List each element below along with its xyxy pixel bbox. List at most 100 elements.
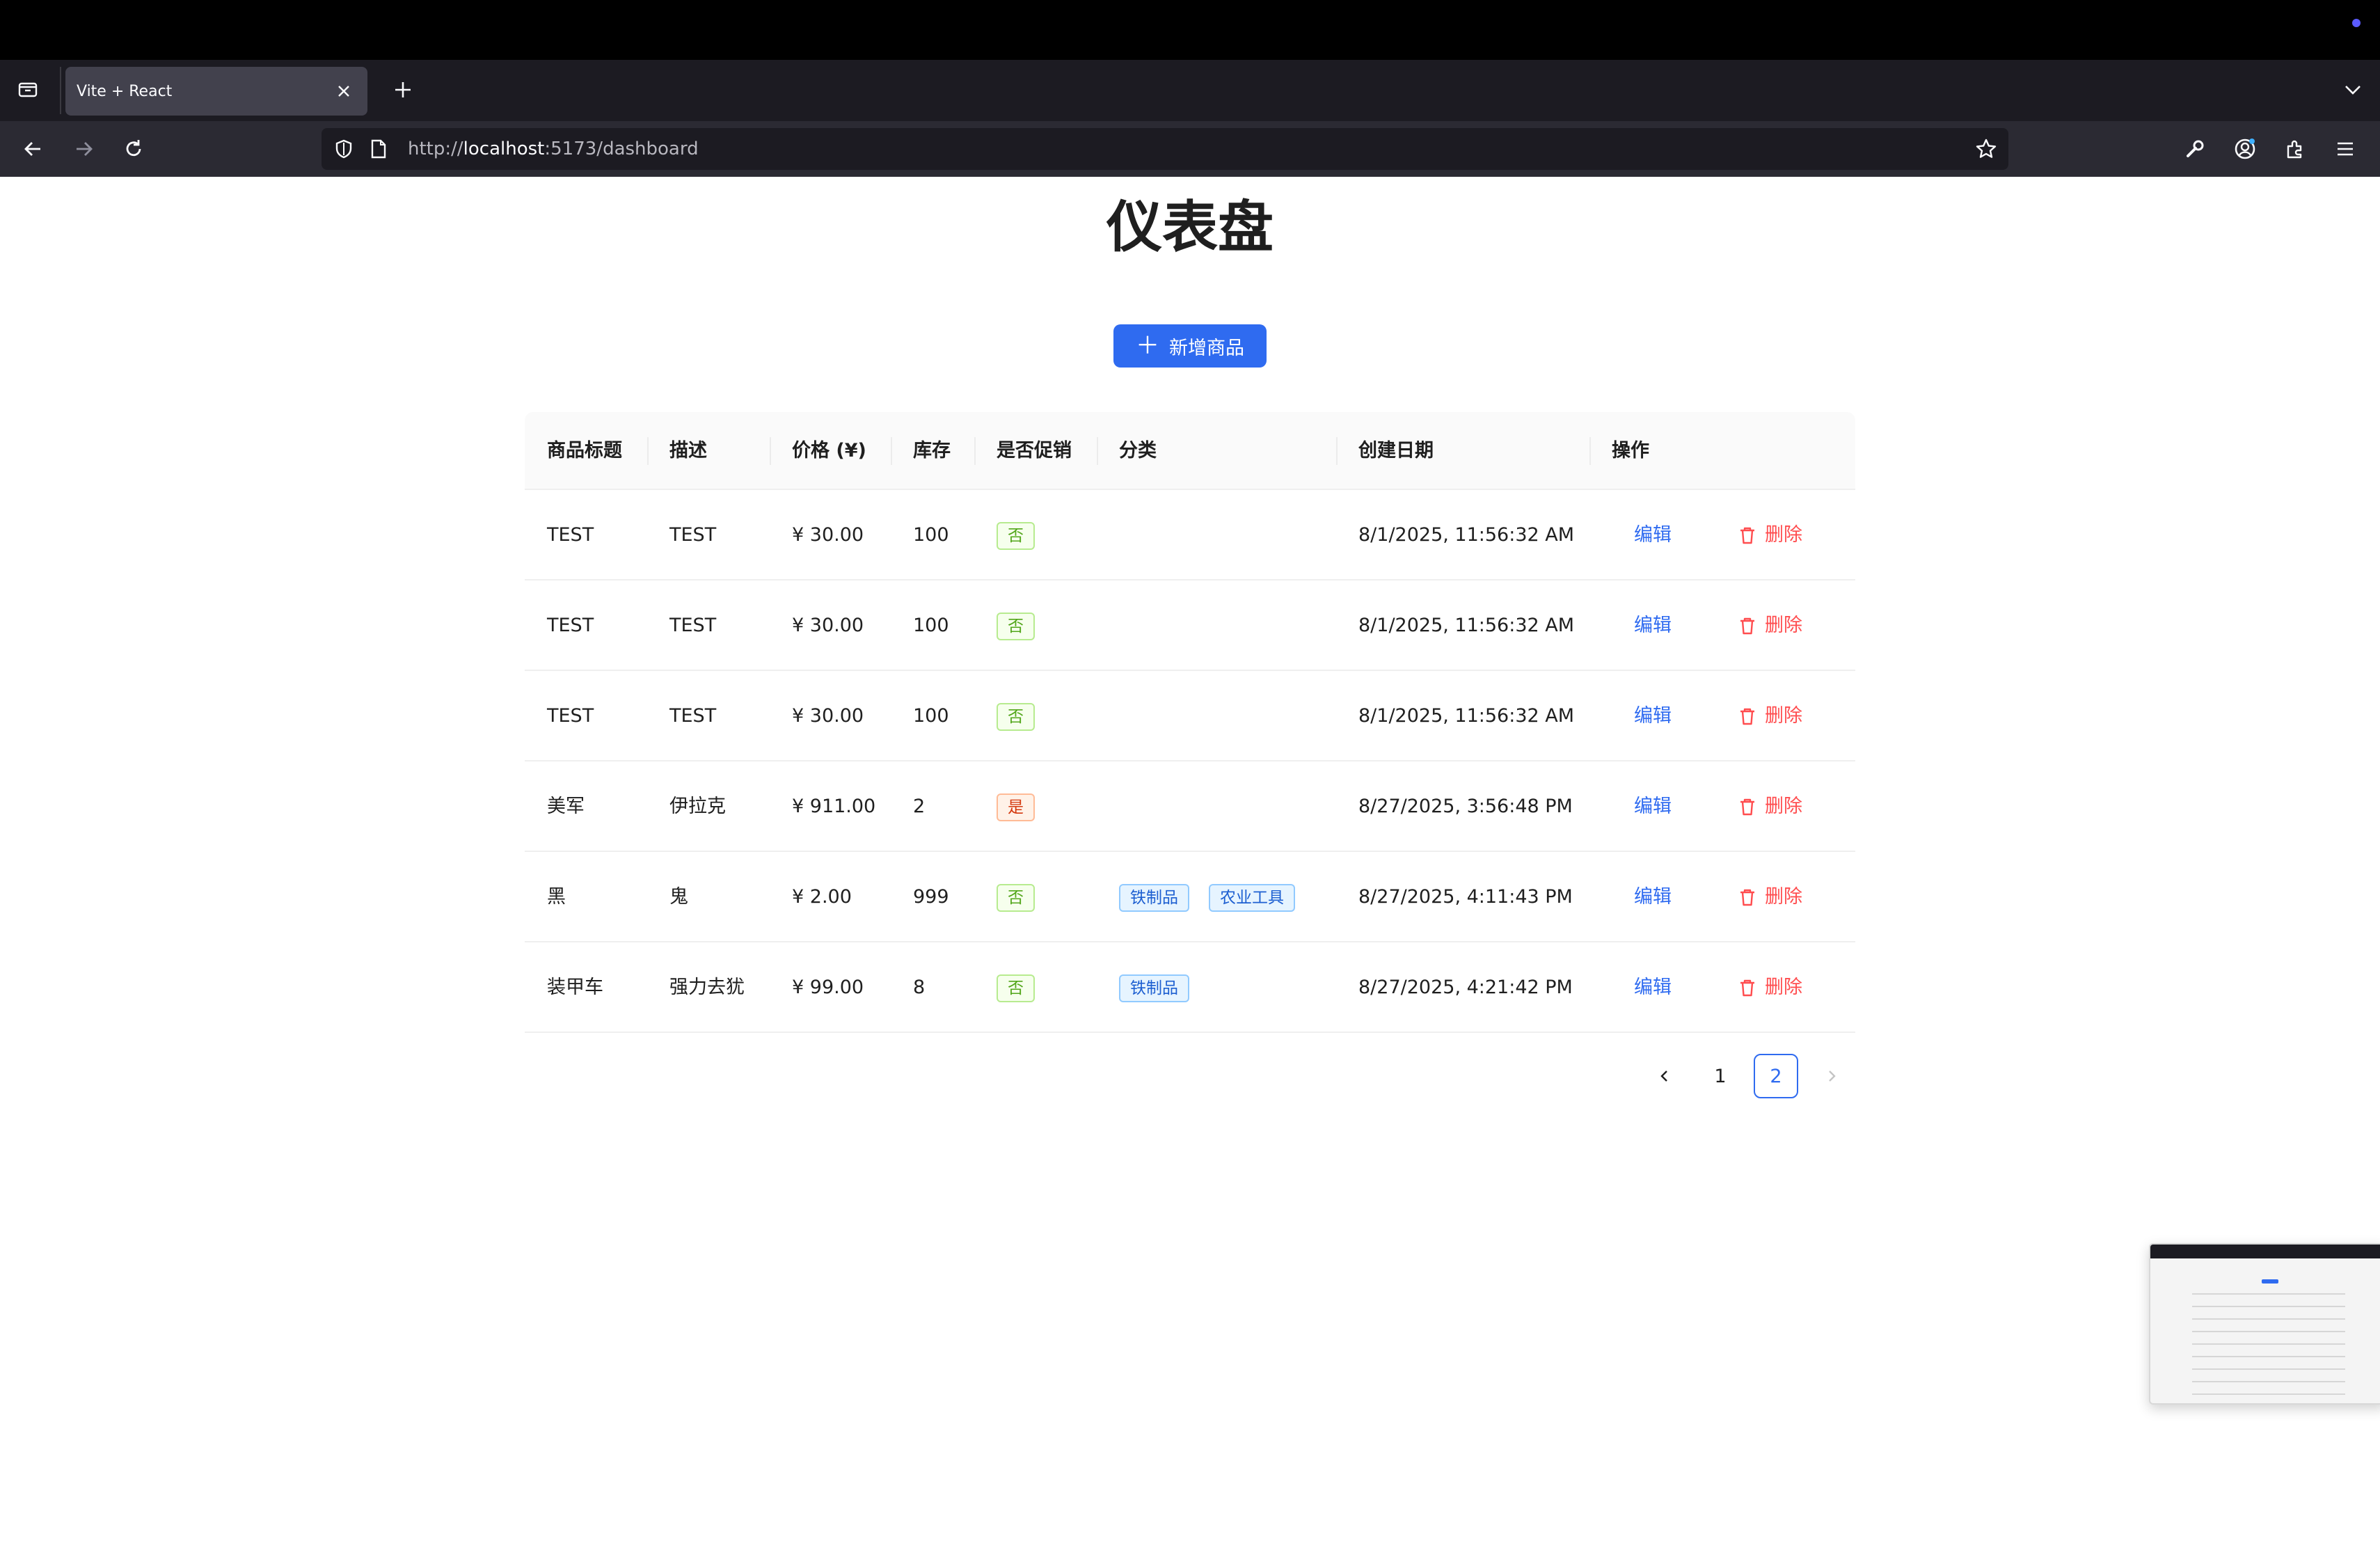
- account-icon[interactable]: [2230, 134, 2260, 164]
- cell-title: TEST: [547, 615, 594, 636]
- trash-icon: [1738, 797, 1756, 816]
- star-icon[interactable]: [1972, 135, 2000, 163]
- url-prefix: http://: [408, 139, 463, 159]
- cell-price: ¥ 99.00: [792, 977, 864, 998]
- cell-description: TEST: [669, 615, 717, 636]
- table-body: TEST TEST ¥ 30.00 100 否 8/1/2025, 11:56:32 AM…: [525, 490, 1855, 1033]
- cell-delete: 删除: [1738, 671, 1802, 761]
- cell-created: 8/1/2025, 11:56:32 AM: [1358, 524, 1575, 546]
- url-text[interactable]: http://localhost:5173/dashboard: [408, 128, 699, 170]
- url-path: :5173/dashboard: [544, 139, 699, 159]
- close-icon[interactable]: [331, 79, 356, 104]
- cell-created: 8/1/2025, 11:56:32 AM: [1358, 615, 1575, 636]
- edit-button[interactable]: 编辑: [1634, 886, 1672, 908]
- wrench-icon[interactable]: [2180, 134, 2210, 164]
- cell-created: 8/1/2025, 11:56:32 AM: [1358, 705, 1575, 727]
- back-arrow-icon[interactable]: [18, 134, 49, 164]
- category-tag: 铁制品: [1119, 974, 1189, 1002]
- header-stock: 库存: [913, 440, 951, 461]
- delete-label: 删除: [1765, 705, 1802, 727]
- add-product-button[interactable]: ＋ 新增商品: [1113, 324, 1267, 368]
- cell-promotion: 是: [997, 761, 1035, 852]
- next-page-icon[interactable]: [1809, 1054, 1854, 1098]
- cell-edit: 编辑: [1634, 852, 1672, 942]
- edit-button[interactable]: 编辑: [1634, 977, 1672, 998]
- tab-active[interactable]: Vite + React: [65, 67, 367, 116]
- cell-stock: 2: [913, 796, 926, 817]
- thumbnail-line: [2192, 1368, 2345, 1370]
- chevron-down-icon[interactable]: [2338, 75, 2367, 104]
- forward-arrow-icon[interactable]: [68, 134, 99, 164]
- delete-button[interactable]: 删除: [1738, 671, 1802, 761]
- cell-title: TEST: [547, 705, 594, 727]
- cell-promotion: 否: [997, 671, 1035, 761]
- shield-icon[interactable]: [331, 136, 356, 161]
- table-row: TEST TEST ¥ 30.00 100 否 8/1/2025, 11:56:32 AM…: [525, 490, 1855, 580]
- cell-title: TEST: [547, 524, 594, 546]
- delete-label: 删除: [1765, 796, 1802, 817]
- reload-icon[interactable]: [118, 134, 149, 164]
- screenshot-thumbnail[interactable]: [2149, 1243, 2380, 1405]
- thumbnail-toolbar: [2150, 1245, 2380, 1258]
- header-actions: 操作: [1612, 440, 1649, 461]
- cell-categories: 铁制品: [1119, 942, 1209, 1033]
- trash-icon: [1738, 978, 1756, 997]
- tab-title: Vite + React: [77, 82, 173, 100]
- delete-label: 删除: [1765, 524, 1802, 546]
- cell-stock: 999: [913, 886, 949, 908]
- page-2-button[interactable]: 2: [1754, 1054, 1798, 1098]
- cell-delete: 删除: [1738, 942, 1802, 1033]
- status-dot-icon: [2352, 19, 2361, 27]
- cell-price: ¥ 30.00: [792, 524, 864, 546]
- cell-delete: 删除: [1738, 490, 1802, 580]
- cell-price: ¥ 2.00: [792, 886, 852, 908]
- header-created: 创建日期: [1358, 440, 1434, 461]
- add-product-label: 新增商品: [1169, 337, 1244, 359]
- delete-button[interactable]: 删除: [1738, 852, 1802, 942]
- page-info-icon[interactable]: [366, 136, 391, 161]
- plus-icon[interactable]: [388, 75, 418, 104]
- thumbnail-line: [2192, 1293, 2345, 1295]
- prev-page-icon[interactable]: [1642, 1054, 1687, 1098]
- table-row: TEST TEST ¥ 30.00 100 否 8/1/2025, 11:56:32 AM…: [525, 580, 1855, 671]
- trash-icon: [1738, 616, 1756, 635]
- header-divider: [647, 437, 649, 465]
- delete-button[interactable]: 删除: [1738, 761, 1802, 852]
- cell-description: TEST: [669, 705, 717, 727]
- delete-button[interactable]: 删除: [1738, 942, 1802, 1033]
- tab-list-icon[interactable]: [14, 75, 42, 103]
- table-header: 商品标题 描述 价格 (¥) 库存 是否促销 分类 创建日期 操作: [525, 412, 1855, 490]
- cell-promotion: 否: [997, 580, 1035, 671]
- cell-edit: 编辑: [1634, 490, 1672, 580]
- trash-icon: [1738, 706, 1756, 726]
- delete-button[interactable]: 删除: [1738, 490, 1802, 580]
- edit-button[interactable]: 编辑: [1634, 705, 1672, 727]
- delete-label: 删除: [1765, 886, 1802, 908]
- delete-button[interactable]: 删除: [1738, 580, 1802, 671]
- header-price: 价格 (¥): [792, 440, 866, 461]
- thumbnail-line: [2192, 1393, 2345, 1395]
- cell-description: 伊拉克: [669, 796, 726, 817]
- cell-stock: 100: [913, 524, 949, 546]
- table-row: 装甲车 强力去犹 ¥ 99.00 8 否 铁制品 8/27/2025, 4:21:42 PM…: [525, 942, 1855, 1033]
- cell-title: 装甲车: [547, 977, 603, 998]
- cell-edit: 编辑: [1634, 671, 1672, 761]
- cell-description: TEST: [669, 524, 717, 546]
- edit-button[interactable]: 编辑: [1634, 796, 1672, 817]
- url-host: localhost: [463, 139, 545, 159]
- trash-icon: [1738, 887, 1756, 907]
- address-bar[interactable]: http://localhost:5173/dashboard: [322, 128, 2008, 170]
- page-1-button[interactable]: 1: [1698, 1054, 1743, 1098]
- header-description: 描述: [669, 440, 707, 461]
- table-row: 黑 鬼 ¥ 2.00 999 否 铁制品 农业工具 8/27/2025, 4:11:43 PM…: [525, 852, 1855, 942]
- cell-created: 8/27/2025, 4:11:43 PM: [1358, 886, 1573, 908]
- header-divider: [770, 437, 771, 465]
- category-tag: 铁制品: [1119, 883, 1189, 912]
- extensions-icon[interactable]: [2280, 134, 2310, 164]
- edit-button[interactable]: 编辑: [1634, 524, 1672, 546]
- header-divider: [974, 437, 976, 465]
- cell-description: 鬼: [669, 886, 688, 908]
- cell-title: 美军: [547, 796, 585, 817]
- menu-icon[interactable]: [2330, 134, 2361, 164]
- edit-button[interactable]: 编辑: [1634, 615, 1672, 636]
